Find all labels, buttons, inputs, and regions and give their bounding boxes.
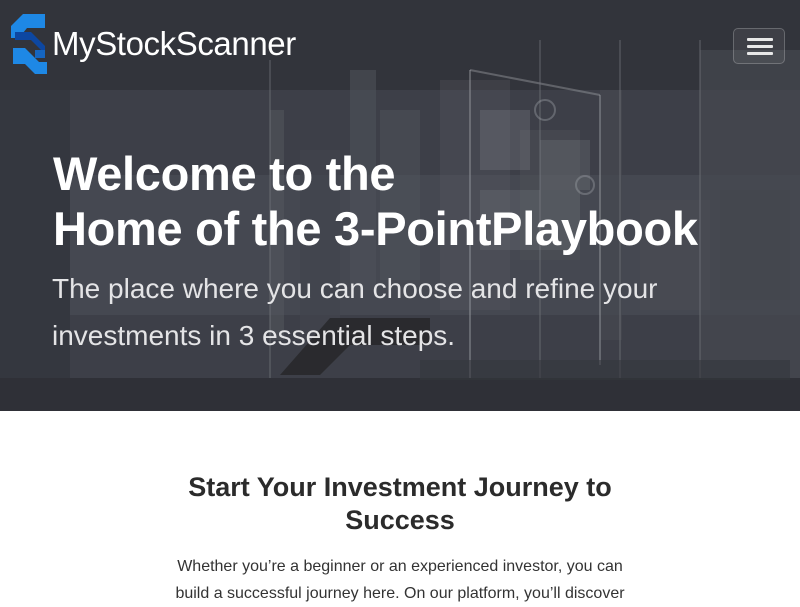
hamburger-menu-icon [747, 38, 773, 41]
hero-title: Welcome to the Home of the 3-PointPlaybo… [53, 146, 698, 256]
brand-link[interactable]: MyStockScanner [11, 12, 296, 78]
intro-section: Start Your Investment Journey to Success… [0, 411, 800, 602]
hero-title-line-1: Welcome to the [53, 147, 396, 200]
hero-title-line-2: Home of the 3-PointPlaybook [53, 202, 698, 255]
hero-subtitle: The place where you can choose and refin… [52, 273, 658, 351]
intro-title: Start Your Investment Journey to Success [188, 472, 612, 535]
brand-name: MyStockScanner [52, 25, 296, 62]
s-logo-icon [11, 14, 47, 74]
menu-toggle-button[interactable] [733, 28, 785, 64]
intro-text: Whether you’re a beginner or an experien… [175, 558, 625, 602]
navbar: MyStockScanner [0, 0, 800, 90]
hero-section: MyStockScanner Welcome to the Home of th… [0, 0, 800, 411]
